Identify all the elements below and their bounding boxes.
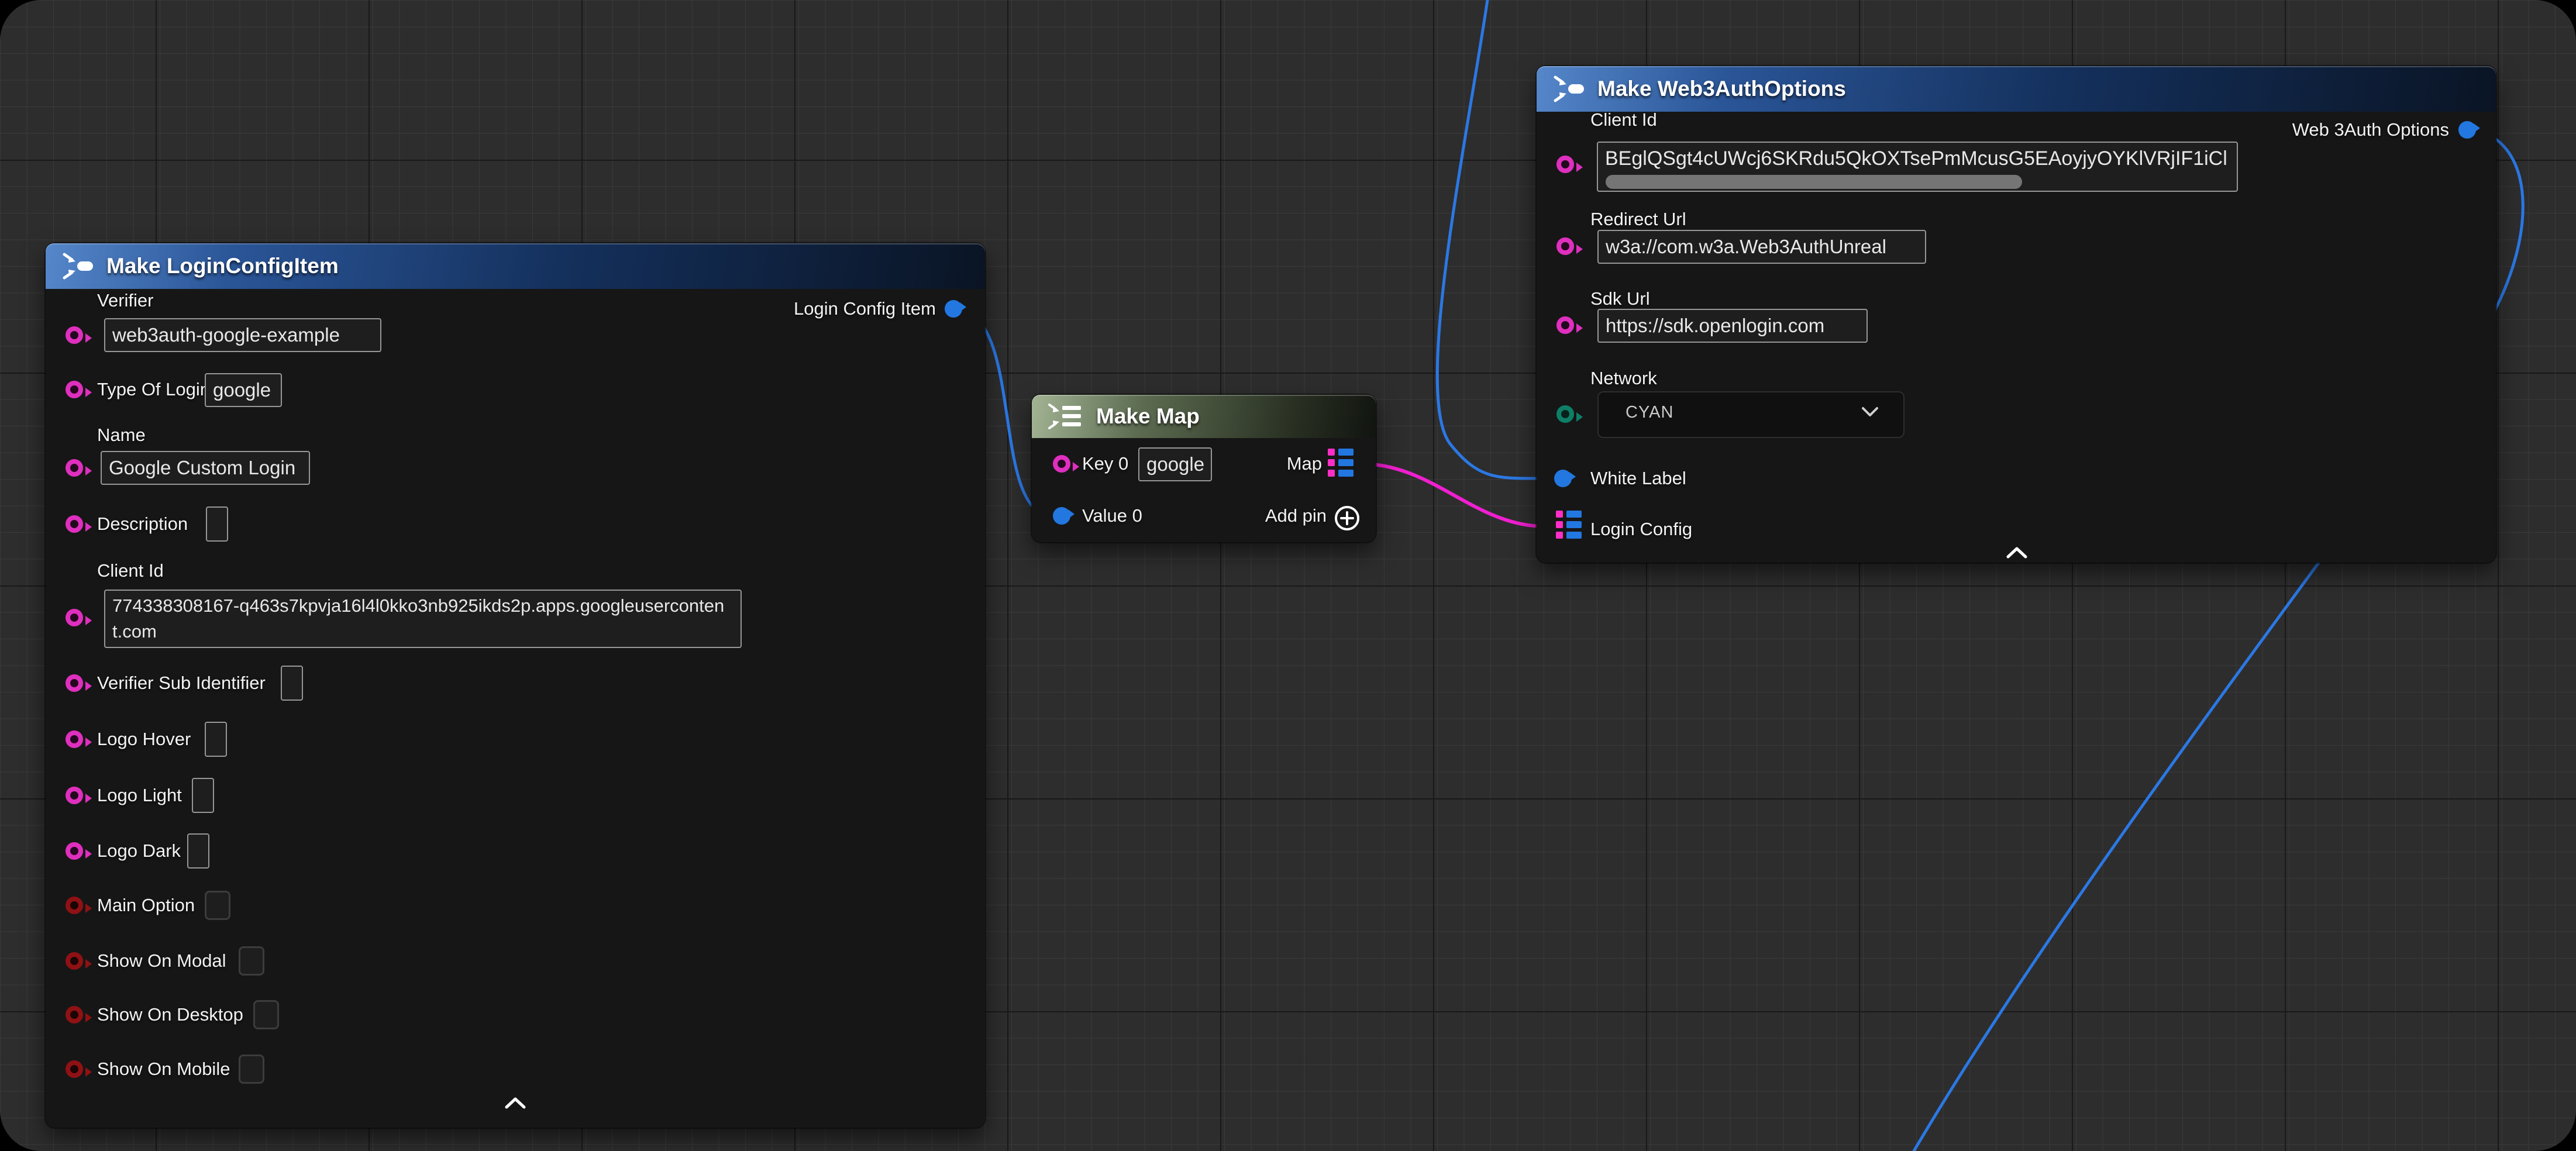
- sdk-url-input[interactable]: https://sdk.openlogin.com: [1597, 309, 1868, 343]
- client-id-input[interactable]: 774338308167-q463s7kpvja16l4l0kko3nb925i…: [104, 590, 742, 648]
- pin-network[interactable]: [1556, 405, 1574, 423]
- node-title: Make Map: [1096, 404, 1200, 429]
- verifier-input[interactable]: web3auth-google-example: [104, 318, 381, 352]
- pin-white-label[interactable]: [1554, 470, 1572, 487]
- key-0-input[interactable]: google: [1138, 447, 1212, 481]
- wire-map-to-loginconfig[interactable]: [1358, 464, 1547, 526]
- pin-label-name: Name: [97, 423, 146, 447]
- logo-hover-input[interactable]: [205, 722, 227, 757]
- network-dropdown-value: CYAN: [1626, 403, 1673, 422]
- pin-client-id[interactable]: [66, 609, 83, 626]
- node-header-make-loginconfigitem[interactable]: Make LoginConfigItem: [46, 243, 985, 289]
- logo-light-input[interactable]: [192, 778, 214, 813]
- pin-name[interactable]: [66, 459, 83, 477]
- node-title: Make Web3AuthOptions: [1597, 77, 1846, 101]
- pin-verifier-sub-identifier[interactable]: [66, 674, 83, 692]
- collapse-node-button[interactable]: [2006, 547, 2027, 559]
- pin-show-on-mobile[interactable]: [66, 1060, 83, 1078]
- main-option-checkbox[interactable]: [205, 891, 230, 920]
- wire-offscreen-to-whitelabel[interactable]: [1437, 0, 1548, 478]
- plus-circle-icon: [1334, 505, 1361, 532]
- pin-label-client-id: Client Id: [1590, 108, 1657, 132]
- pin-label-white-label: White Label: [1590, 467, 1686, 490]
- chevron-up-icon: [505, 1097, 526, 1109]
- pin-label-sdk-url: Sdk Url: [1590, 287, 1650, 311]
- node-header-make-web3authoptions[interactable]: Make Web3AuthOptions: [1537, 66, 2496, 112]
- blueprint-graph-canvas[interactable]: Make LoginConfigItem Login Config Item V…: [0, 0, 2576, 1151]
- client-id-horizontal-scrollbar[interactable]: [1606, 175, 2022, 189]
- pin-label-network: Network: [1590, 367, 1657, 390]
- make-map-icon: [1047, 403, 1084, 430]
- pin-label-show-on-desktop: Show On Desktop: [97, 1003, 243, 1026]
- output-pin-label-map: Map: [1287, 452, 1322, 475]
- pin-verifier[interactable]: [66, 326, 83, 344]
- pin-label-value-0: Value 0: [1082, 504, 1142, 528]
- pin-label-logo-hover: Logo Hover: [97, 728, 191, 751]
- type-of-login-input[interactable]: google: [205, 373, 282, 407]
- node-make-web3authoptions[interactable]: Make Web3AuthOptions Web 3Auth Options C…: [1537, 66, 2496, 563]
- pin-label-type-of-login: Type Of Login: [97, 378, 210, 401]
- pin-label-verifier: Verifier: [97, 289, 153, 312]
- description-input[interactable]: [206, 506, 228, 542]
- pin-main-option[interactable]: [66, 897, 83, 914]
- pin-logo-light[interactable]: [66, 787, 83, 804]
- logo-dark-input[interactable]: [187, 833, 209, 869]
- output-pin-web3auth-options[interactable]: [2458, 121, 2476, 139]
- make-struct-icon: [61, 253, 95, 280]
- redirect-url-input[interactable]: w3a://com.w3a.Web3AuthUnreal: [1597, 230, 1926, 264]
- pin-redirect-url[interactable]: [1556, 237, 1574, 255]
- pin-logo-dark[interactable]: [66, 842, 83, 860]
- pin-label-logo-dark: Logo Dark: [97, 839, 181, 863]
- show-on-desktop-checkbox[interactable]: [253, 1000, 279, 1029]
- pin-description[interactable]: [66, 515, 83, 533]
- pin-key-0[interactable]: [1053, 455, 1070, 473]
- pin-type-of-login[interactable]: [66, 381, 83, 398]
- output-pin-login-config-item[interactable]: [945, 300, 962, 318]
- pin-label-show-on-mobile: Show On Mobile: [97, 1057, 230, 1081]
- pin-sdk-url[interactable]: [1556, 316, 1574, 334]
- chevron-down-icon: [1861, 406, 1879, 417]
- node-title: Make LoginConfigItem: [106, 254, 339, 278]
- pin-label-show-on-modal: Show On Modal: [97, 949, 226, 973]
- blueprint-editor: Make LoginConfigItem Login Config Item V…: [0, 0, 2576, 1151]
- network-dropdown[interactable]: CYAN: [1597, 391, 1905, 438]
- add-pin-button[interactable]: [1334, 505, 1361, 532]
- pin-value-0[interactable]: [1053, 507, 1070, 525]
- make-struct-icon: [1552, 75, 1586, 102]
- pin-login-config[interactable]: [1556, 511, 1582, 539]
- output-pin-map[interactable]: [1328, 449, 1354, 477]
- node-header-make-map[interactable]: Make Map: [1032, 395, 1376, 438]
- pin-label-verifier-sub-identifier: Verifier Sub Identifier: [97, 671, 266, 695]
- pin-label-key-0: Key 0: [1082, 452, 1128, 475]
- pin-show-on-modal[interactable]: [66, 952, 83, 970]
- output-pin-label: Login Config Item: [794, 297, 936, 321]
- name-input[interactable]: Google Custom Login: [101, 451, 310, 485]
- pin-label-description: Description: [97, 512, 188, 536]
- pin-label-main-option: Main Option: [97, 894, 195, 917]
- show-on-mobile-checkbox[interactable]: [239, 1054, 264, 1084]
- pin-label-client-id: Client Id: [97, 559, 164, 583]
- pin-label-login-config: Login Config: [1590, 518, 1692, 541]
- add-pin-label: Add pin: [1265, 504, 1327, 528]
- pin-logo-hover[interactable]: [66, 730, 83, 748]
- pin-client-id[interactable]: [1556, 156, 1574, 173]
- pin-label-logo-light: Logo Light: [97, 784, 182, 807]
- output-pin-label: Web 3Auth Options: [2292, 118, 2449, 142]
- pin-label-redirect-url: Redirect Url: [1590, 208, 1686, 231]
- show-on-modal-checkbox[interactable]: [239, 946, 264, 976]
- collapse-node-button[interactable]: [505, 1097, 526, 1109]
- node-make-loginconfigitem[interactable]: Make LoginConfigItem Login Config Item V…: [46, 243, 985, 1128]
- verifier-sub-identifier-input[interactable]: [281, 666, 303, 701]
- node-make-map[interactable]: Make Map Key 0 google Map Value 0 Add pi…: [1032, 395, 1376, 542]
- pin-show-on-desktop[interactable]: [66, 1006, 83, 1024]
- chevron-up-icon: [2006, 547, 2027, 559]
